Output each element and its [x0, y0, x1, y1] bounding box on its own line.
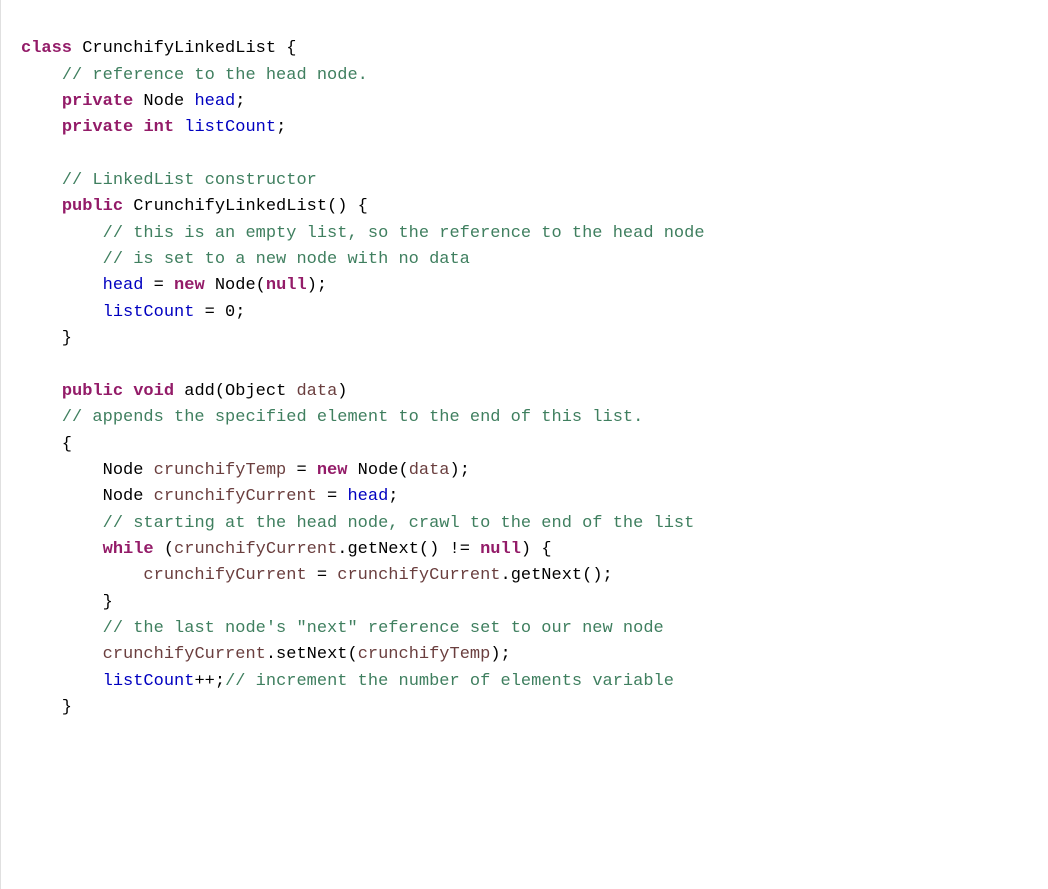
code-line	[21, 142, 1028, 168]
code-line: }	[21, 326, 1028, 352]
code-line: {	[21, 432, 1028, 458]
code-line: // LinkedList constructor	[21, 168, 1028, 194]
code-line: Node crunchifyTemp = new Node(data);	[21, 458, 1028, 484]
code-line: private Node head;	[21, 89, 1028, 115]
code-line: public CrunchifyLinkedList() {	[21, 194, 1028, 220]
code-line: listCount = 0;	[21, 300, 1028, 326]
code-line: crunchifyCurrent = crunchifyCurrent.getN…	[21, 563, 1028, 589]
code-line: // is set to a new node with no data	[21, 247, 1028, 273]
code-block: class CrunchifyLinkedList { // reference…	[21, 36, 1028, 721]
code-line: private int listCount;	[21, 115, 1028, 141]
code-line: crunchifyCurrent.setNext(crunchifyTemp);	[21, 642, 1028, 668]
code-line: // the last node's "next" reference set …	[21, 616, 1028, 642]
code-line: // this is an empty list, so the referen…	[21, 221, 1028, 247]
code-line: head = new Node(null);	[21, 273, 1028, 299]
code-line: }	[21, 590, 1028, 616]
code-line: // appends the specified element to the …	[21, 405, 1028, 431]
code-line: public void add(Object data)	[21, 379, 1028, 405]
code-line: // reference to the head node.	[21, 63, 1028, 89]
code-line: while (crunchifyCurrent.getNext() != nul…	[21, 537, 1028, 563]
code-line: Node crunchifyCurrent = head;	[21, 484, 1028, 510]
code-line: listCount++;// increment the number of e…	[21, 669, 1028, 695]
code-line: }	[21, 695, 1028, 721]
code-line	[21, 352, 1028, 378]
code-line: class CrunchifyLinkedList {	[21, 36, 1028, 62]
code-line: // starting at the head node, crawl to t…	[21, 511, 1028, 537]
